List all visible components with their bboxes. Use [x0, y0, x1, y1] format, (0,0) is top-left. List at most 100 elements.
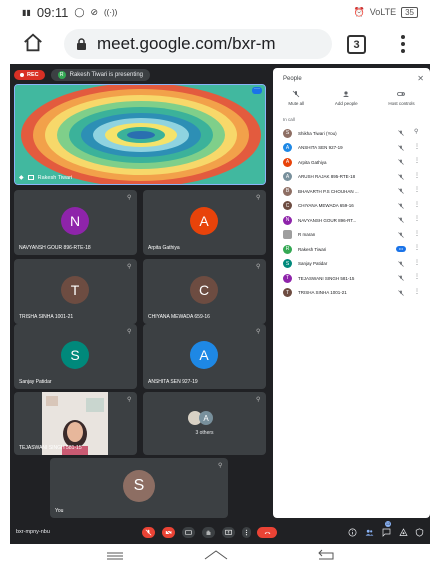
screen-share-label: ◆ Rakesh Tiwari — [19, 174, 73, 182]
more-options-icon[interactable]: ⋮ — [414, 289, 420, 295]
list-item[interactable]: S Sanjay Patidar ⋮ — [273, 257, 430, 272]
meeting-info-bar: REC R Rakesh Tiwari is presenting — [14, 68, 150, 82]
participant-tile[interactable]: ⚲ S Sanjay Patidar — [14, 324, 137, 389]
pin-icon[interactable]: ⚲ — [127, 328, 132, 335]
list-item[interactable]: R Rakesh Tiwari ••• ⋮ — [273, 242, 430, 257]
participant-tile[interactable]: ⚲ TEJASWANI SINGH 581-15 — [14, 392, 137, 455]
more-options-icon[interactable]: ⋮ — [414, 158, 420, 164]
list-item[interactable]: R maran ⋮ — [273, 228, 430, 243]
back-icon[interactable] — [317, 549, 337, 561]
more-options-icon[interactable]: ⋮ — [414, 231, 420, 237]
leave-call-button[interactable] — [257, 527, 277, 538]
participant-avatar: A — [190, 207, 218, 235]
others-tile[interactable]: ⚲ A 3 others — [143, 392, 266, 455]
home-icon[interactable] — [22, 32, 44, 54]
more-options-icon[interactable]: ⋮ — [414, 173, 420, 179]
call-end-icon — [264, 531, 270, 534]
captions-button[interactable] — [182, 527, 195, 538]
list-item[interactable]: A ARUSH RAJAK 895-RTE-18 ⋮ — [273, 170, 430, 185]
camera-toggle-button[interactable] — [162, 527, 175, 538]
pin-icon[interactable]: ⚲ — [256, 194, 261, 201]
participant-tile[interactable]: ⚲ T TRISHA SINHA 1001-21 — [14, 259, 137, 324]
list-item[interactable]: A Arpita Gathiya ⋮ — [273, 155, 430, 170]
participant-avatar: A — [283, 157, 292, 167]
pin-icon[interactable]: ⚲ — [414, 129, 418, 135]
mic-off-icon — [398, 173, 404, 180]
home-nav-icon[interactable] — [203, 549, 229, 561]
list-item[interactable]: C CHIYANA MEWADA 659-16 ⋮ — [273, 199, 430, 214]
raise-hand-button[interactable] — [202, 527, 215, 538]
participant-list: S Shikha Tiwari (You) ⚲ A ANSHITA SEN 92… — [273, 126, 430, 300]
info-icon[interactable] — [348, 528, 357, 537]
list-item[interactable]: N NAVYANSH GOUR 896-RT... ⋮ — [273, 213, 430, 228]
participant-avatar: S — [283, 259, 292, 269]
host-controls-icon[interactable] — [415, 528, 424, 537]
mic-off-icon — [398, 202, 404, 209]
host-controls-button[interactable]: Host controls — [388, 90, 415, 106]
participant-tile[interactable]: ⚲ N NAVYANSH GOUR 896-RTE-18 — [14, 190, 137, 255]
more-options-button[interactable] — [242, 527, 251, 538]
tile-more-options-button[interactable]: ··· — [252, 86, 262, 94]
activities-icon[interactable] — [399, 528, 408, 537]
participant-avatar: A — [190, 341, 218, 369]
more-options-icon[interactable]: ⋮ — [414, 245, 420, 251]
mic-off-icon — [398, 217, 404, 223]
browser-menu-button[interactable] — [398, 33, 408, 55]
self-tile[interactable]: ⚲ S You — [50, 458, 228, 518]
pin-icon[interactable]: ⚲ — [127, 396, 132, 403]
participant-avatar: N — [283, 215, 292, 225]
mute-all-button[interactable]: Mute all — [288, 90, 304, 106]
participant-name: Shikha Tiwari (You) — [298, 130, 337, 136]
participant-tile[interactable]: ⚲ C CHIYANA MEWADA 659-16 — [143, 259, 266, 324]
pin-icon[interactable]: ⚲ — [218, 462, 223, 469]
participant-tile[interactable]: ⚲ A Arpita Gathiya — [143, 190, 266, 255]
participant-name: TRISHA SINHA 1001-21 — [19, 314, 74, 320]
more-options-icon[interactable]: ⋮ — [414, 144, 420, 150]
meet-window: REC R Rakesh Tiwari is presenting ··· ◆ … — [10, 64, 430, 544]
address-bar[interactable]: meet.google.com/bxr-m — [64, 29, 332, 59]
recents-icon[interactable] — [105, 551, 125, 561]
list-item[interactable]: S Shikha Tiwari (You) ⚲ — [273, 126, 430, 141]
participant-name: BHAVARTH P.S CHOUHAN ... — [298, 188, 359, 194]
list-item[interactable]: T TEJASWANI SINGH 581-15 ⋮ — [273, 271, 430, 286]
people-icon[interactable] — [365, 528, 374, 537]
list-item[interactable]: B BHAVARTH P.S CHOUHAN ... ⋮ — [273, 184, 430, 199]
list-item[interactable]: T TRISHA SINHA 1001-21 ⋮ — [273, 286, 430, 301]
participant-name: TEJASWANI SINGH 581-15 — [298, 275, 355, 281]
pin-icon[interactable]: ⚲ — [127, 263, 132, 270]
present-screen-icon — [225, 529, 232, 535]
more-options-icon[interactable]: ⋮ — [414, 202, 420, 208]
list-item[interactable]: A ANSHITA SEN 927-19 ⋮ — [273, 141, 430, 156]
participant-name: ANSHITA SEN 927-19 — [148, 379, 198, 385]
participant-count-badge: 13 — [385, 521, 391, 527]
pin-icon[interactable]: ⚲ — [256, 328, 261, 335]
pin-icon[interactable]: ⚲ — [256, 263, 261, 270]
self-avatar: S — [123, 470, 155, 502]
add-people-button[interactable]: Add people — [335, 90, 358, 106]
participant-avatar: C — [283, 201, 292, 211]
chat-icon[interactable] — [382, 528, 391, 537]
more-options-icon[interactable]: ⋮ — [414, 187, 420, 193]
tab-switcher-button[interactable]: 3 — [347, 35, 366, 54]
mic-off-icon — [398, 275, 404, 281]
url-text: meet.google.com/bxr-m — [97, 34, 276, 53]
pin-icon[interactable]: ⚲ — [127, 194, 132, 201]
presenting-indicator[interactable]: R Rakesh Tiwari is presenting — [50, 69, 150, 81]
participant-name: TEJASWANI SINGH 581-15 — [19, 445, 82, 451]
screen-share-tile[interactable]: ··· ◆ Rakesh Tiwari — [14, 84, 266, 185]
hand-icon — [206, 530, 211, 535]
present-button[interactable] — [222, 527, 235, 538]
mic-off-icon — [398, 188, 404, 194]
participant-avatar: N — [61, 207, 89, 235]
more-options-icon[interactable]: ⋮ — [414, 260, 420, 266]
signal-icon: ▮▮ — [22, 7, 31, 17]
participant-tile[interactable]: ⚲ A ANSHITA SEN 927-19 — [143, 324, 266, 389]
more-options-icon[interactable]: ⋮ — [414, 274, 420, 280]
close-icon[interactable]: ✕ — [417, 74, 424, 83]
pin-icon[interactable]: ⚲ — [256, 396, 261, 403]
more-options-icon[interactable]: ⋮ — [414, 216, 420, 222]
volte-indicator: VoLTE — [369, 7, 397, 17]
presenter-avatar: R — [57, 71, 66, 79]
mic-toggle-button[interactable] — [142, 527, 155, 538]
mic-off-icon — [398, 260, 404, 267]
